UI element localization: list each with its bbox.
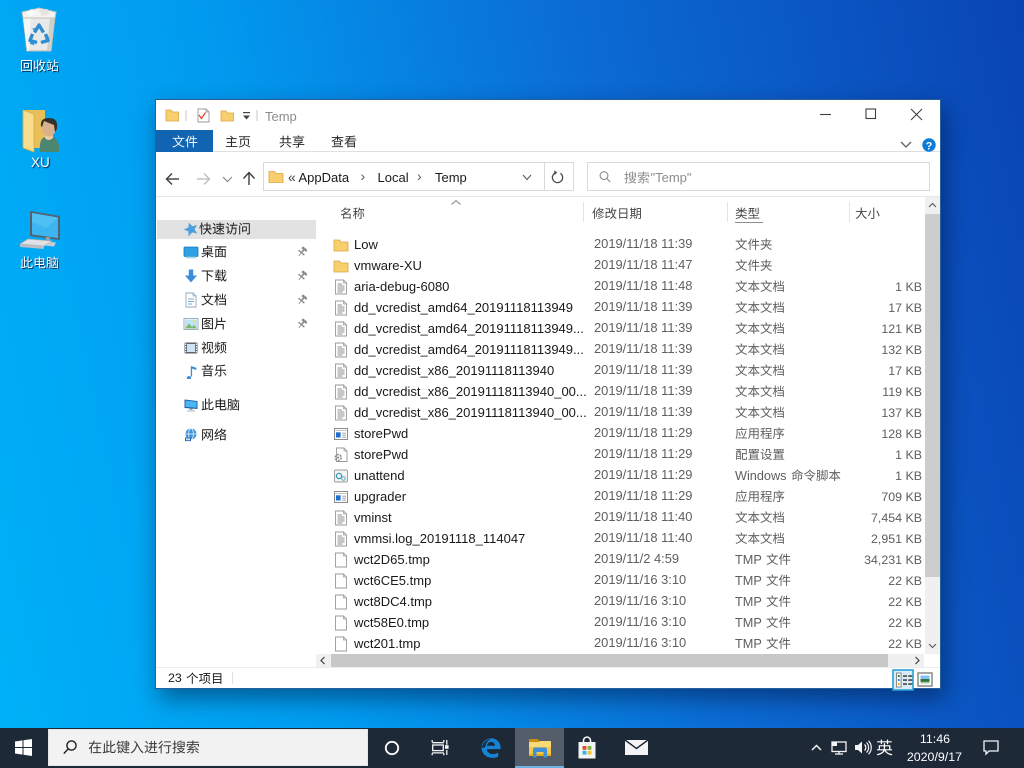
svg-text:?: ? <box>926 140 933 152</box>
